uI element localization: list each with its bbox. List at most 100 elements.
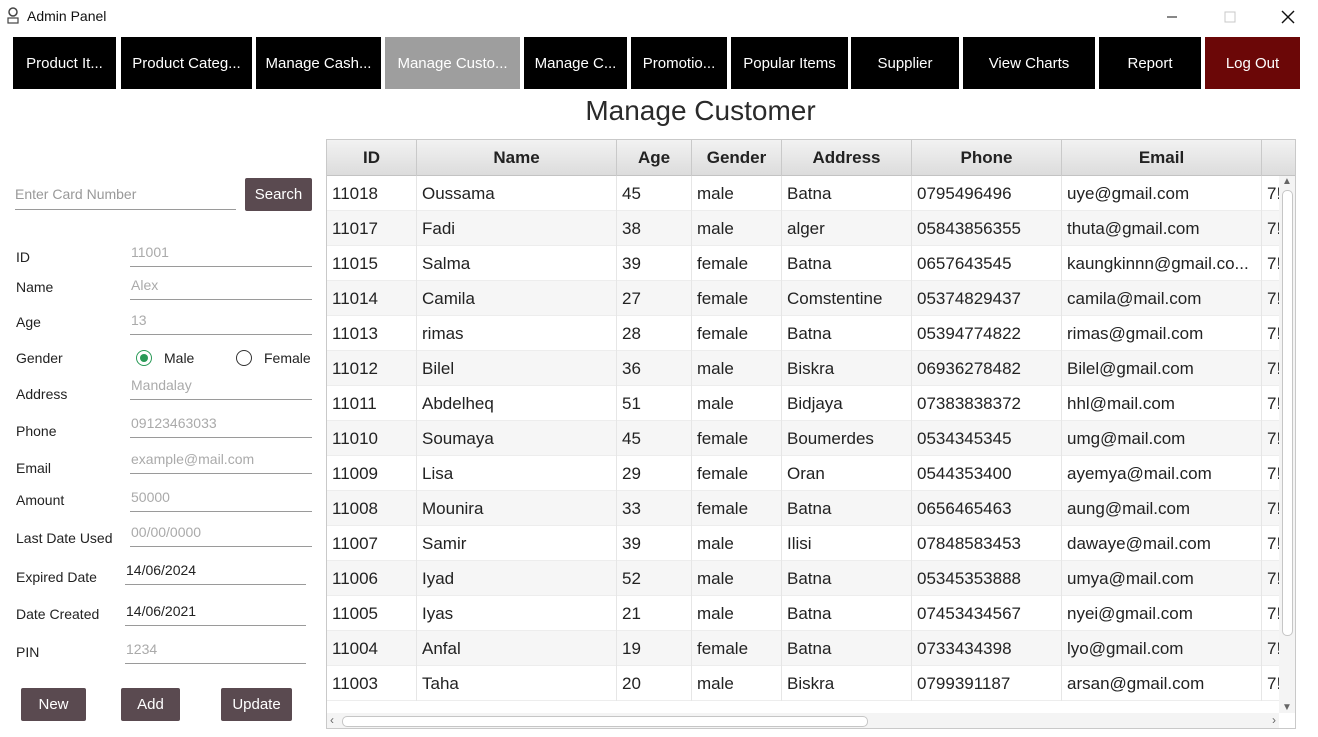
cell-id: 11015 (327, 246, 417, 281)
cell-address: Bidjaya (782, 386, 912, 421)
name-field[interactable]: Alex (130, 277, 312, 300)
last-date-used-field[interactable]: 00/00/0000 (130, 524, 312, 547)
column-header-gender[interactable]: Gender (692, 140, 782, 176)
cell-name: Fadi (417, 211, 617, 246)
cell-id: 11014 (327, 281, 417, 316)
gender-male-radio[interactable]: Male (136, 350, 194, 366)
expired-date-field[interactable]: 14/06/2024 (125, 562, 306, 585)
cell-age: 29 (617, 456, 692, 491)
id-label: ID (16, 249, 30, 265)
add-button[interactable]: Add (121, 688, 180, 721)
table-row[interactable]: 11009 Lisa 29 female Oran 0544353400 ayemya@ma… (327, 456, 1281, 491)
close-icon[interactable] (1265, 4, 1311, 30)
cell-name: Salma (417, 246, 617, 281)
table-row[interactable]: 11007 Samir 39 male Ilisi 07848583453 dawaye@m… (327, 526, 1281, 561)
table-row[interactable]: 11008 Mounira 33 female Batna 0656465463 aung@… (327, 491, 1281, 526)
cell-email: arsan@gmail.com (1062, 666, 1262, 701)
cell-email: nyei@gmail.com (1062, 596, 1262, 631)
search-button[interactable]: Search (245, 178, 312, 211)
cell-age: 52 (617, 561, 692, 596)
cell-age: 51 (617, 386, 692, 421)
cell-gender: male (692, 211, 782, 246)
column-header-id[interactable]: ID (327, 140, 417, 176)
horizontal-scroll-thumb[interactable] (342, 716, 868, 727)
cell-address: Batna (782, 246, 912, 281)
cell-id: 11012 (327, 351, 417, 386)
address-label: Address (16, 386, 68, 402)
cell-age: 39 (617, 526, 692, 561)
table-row[interactable]: 11017 Fadi 38 male alger 05843856355 thuta@gma… (327, 211, 1281, 246)
nav-product-categories[interactable]: Product Categ... (121, 37, 252, 89)
cell-phone: 05345353888 (912, 561, 1062, 596)
table-row[interactable]: 11018 Oussama 45 male Batna 0795496496 uye@gma… (327, 176, 1281, 211)
nav-report[interactable]: Report (1099, 37, 1201, 89)
nav-product-items[interactable]: Product It... (13, 37, 116, 89)
scroll-down-icon[interactable]: ▼ (1282, 702, 1292, 713)
table-row[interactable]: 11015 Salma 39 female Batna 0657643545 kaungki… (327, 246, 1281, 281)
table-row[interactable]: 11011 Abdelheq 51 male Bidjaya 07383838372 hhl… (327, 386, 1281, 421)
new-button[interactable]: New (21, 688, 86, 721)
table-row[interactable]: 11003 Taha 20 male Biskra 0799391187 arsan@gma… (327, 666, 1281, 701)
cell-name: Soumaya (417, 421, 617, 456)
table-row[interactable]: 11013 rimas 28 female Batna 05394774822 rimas@… (327, 316, 1281, 351)
cell-id: 11004 (327, 631, 417, 666)
table-row[interactable]: 11004 Anfal 19 female Batna 0733434398 lyo@gma… (327, 631, 1281, 666)
cell-phone: 0544353400 (912, 456, 1062, 491)
cell-gender: male (692, 351, 782, 386)
pin-field[interactable]: 1234 (125, 641, 306, 664)
cell-id: 11003 (327, 666, 417, 701)
cell-name: Iyas (417, 596, 617, 631)
nav-promotions[interactable]: Promotio... (631, 37, 727, 89)
vertical-scrollbar[interactable]: ▲ ▼ (1279, 176, 1295, 713)
address-field[interactable]: Mandalay (130, 377, 312, 400)
cell-id: 11018 (327, 176, 417, 211)
scroll-up-icon[interactable]: ▲ (1282, 176, 1292, 187)
age-field[interactable]: 13 (130, 312, 312, 335)
table-row[interactable]: 11014 Camila 27 female Comstentine 0537482943… (327, 281, 1281, 316)
table-row[interactable]: 11005 Iyas 21 male Batna 07453434567 nyei@gmai… (327, 596, 1281, 631)
card-number-search-input[interactable]: Enter Card Number (15, 180, 236, 210)
cell-phone: 0656465463 (912, 491, 1062, 526)
nav-log-out[interactable]: Log Out (1205, 37, 1300, 89)
gender-female-radio[interactable]: Female (236, 350, 311, 366)
maximize-icon[interactable] (1207, 4, 1253, 30)
table-row[interactable]: 11012 Bilel 36 male Biskra 06936278482 Bilel@g… (327, 351, 1281, 386)
vertical-scroll-thumb[interactable] (1282, 190, 1293, 636)
column-header-phone[interactable]: Phone (912, 140, 1062, 176)
name-label: Name (16, 279, 54, 295)
customer-table[interactable]: ID Name Age Gender Address Phone Email 1… (326, 139, 1296, 729)
cell-name: Abdelheq (417, 386, 617, 421)
table-row[interactable]: 11010 Soumaya 45 female Boumerdes 0534345345 u… (327, 421, 1281, 456)
cell-id: 11013 (327, 316, 417, 351)
cell-age: 36 (617, 351, 692, 386)
update-button[interactable]: Update (221, 688, 292, 721)
amount-field[interactable]: 50000 (130, 489, 312, 512)
cell-email: dawaye@mail.com (1062, 526, 1262, 561)
expired-date-label: Expired Date (16, 569, 97, 585)
nav-supplier[interactable]: Supplier (851, 37, 959, 89)
cell-address: Biskra (782, 351, 912, 386)
column-header-name[interactable]: Name (417, 140, 617, 176)
nav-popular-items[interactable]: Popular Items (731, 37, 848, 89)
date-created-field[interactable]: 14/06/2021 (125, 603, 306, 626)
phone-field[interactable]: 09123463033 (130, 415, 312, 438)
email-field[interactable]: example@mail.com (130, 451, 312, 474)
cell-name: Samir (417, 526, 617, 561)
column-header-email[interactable]: Email (1062, 140, 1262, 176)
minimize-icon[interactable] (1149, 4, 1195, 30)
cell-id: 11007 (327, 526, 417, 561)
table-row[interactable]: 11006 Iyad 52 male Batna 05345353888 umya@mail… (327, 561, 1281, 596)
horizontal-scrollbar[interactable]: ‹ › (327, 713, 1279, 728)
nav-manage-cashier[interactable]: Manage Cash... (256, 37, 381, 89)
nav-manage-c[interactable]: Manage C... (524, 37, 627, 89)
column-header-age[interactable]: Age (617, 140, 692, 176)
cell-id: 11009 (327, 456, 417, 491)
id-field[interactable]: 11001 (130, 244, 312, 267)
gender-male-label: Male (164, 350, 195, 366)
nav-view-charts[interactable]: View Charts (963, 37, 1095, 89)
last-date-used-label: Last Date Used (16, 530, 113, 546)
column-header-address[interactable]: Address (782, 140, 912, 176)
nav-manage-customer[interactable]: Manage Custo... (385, 37, 520, 89)
scroll-left-icon[interactable]: ‹ (330, 713, 334, 727)
scroll-right-icon[interactable]: › (1272, 713, 1276, 727)
